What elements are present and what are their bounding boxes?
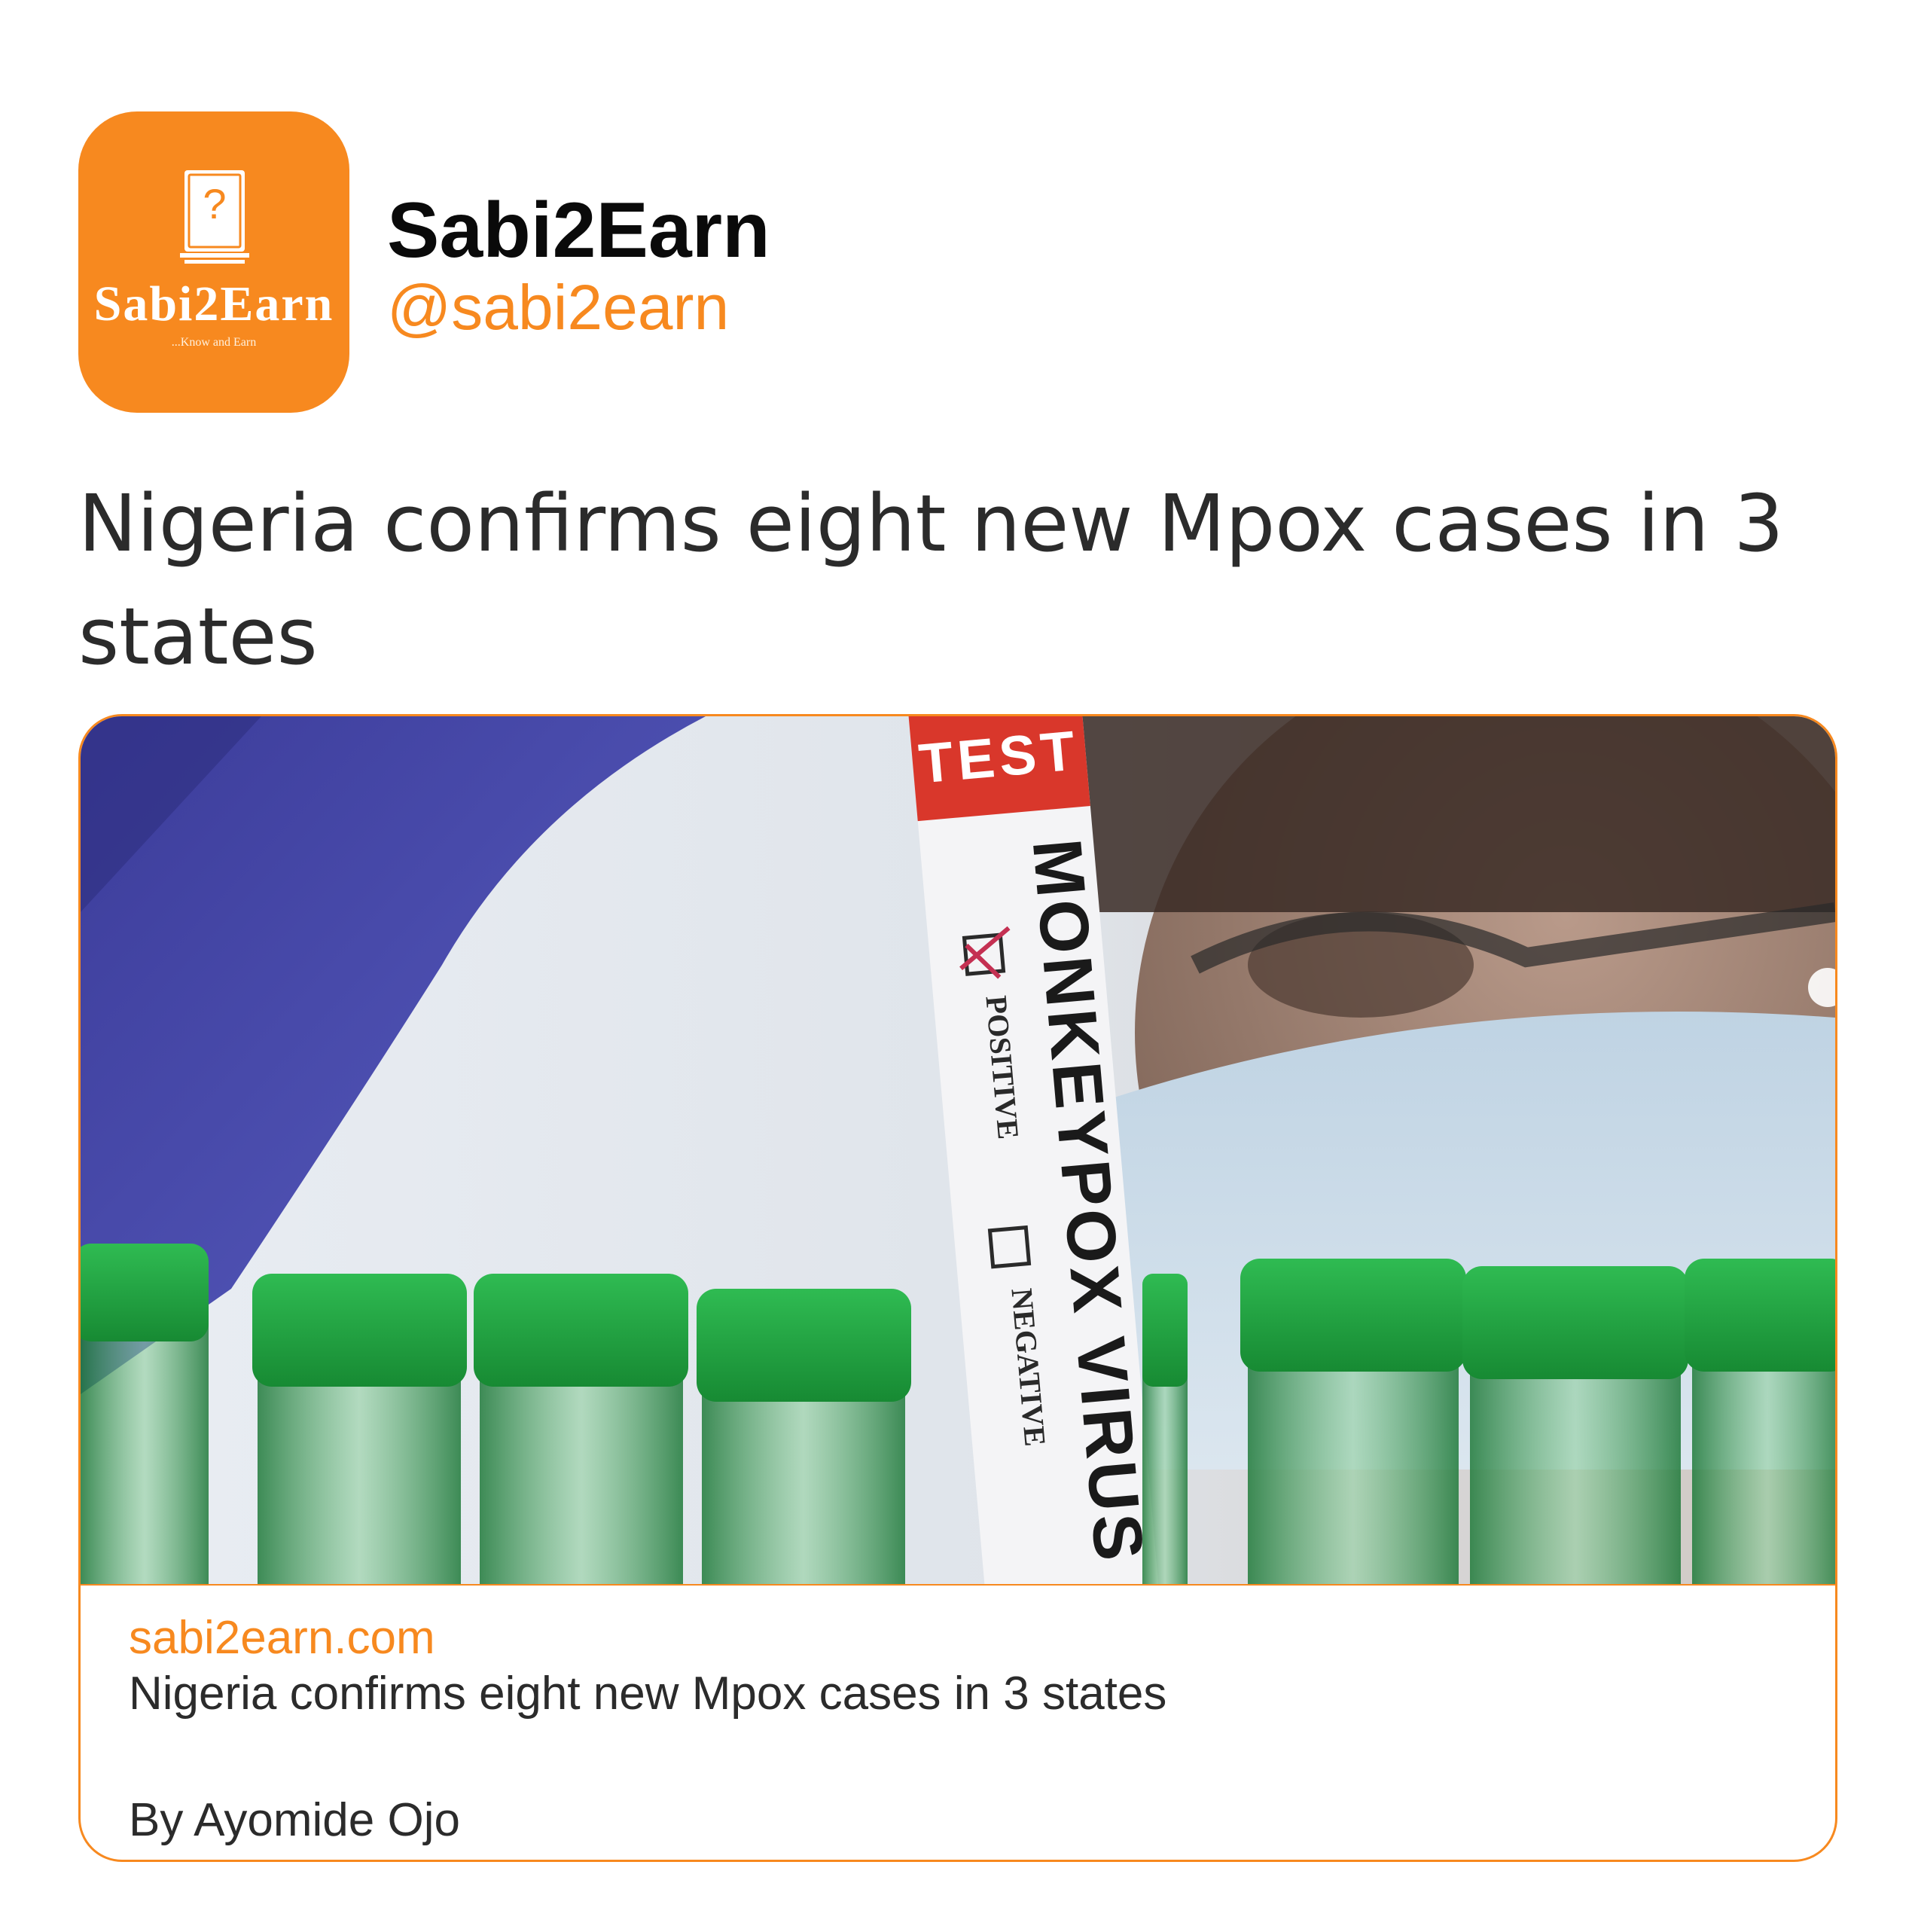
account-name[interactable]: Sabi2Earn <box>387 185 770 276</box>
card-byline: By Ayomide Ojo <box>129 1794 460 1846</box>
card-divider <box>81 1584 1835 1586</box>
avatar[interactable]: ? Sabi2Earn ...Know and Earn <box>78 111 349 413</box>
link-card[interactable]: TEST MONKEYPOX VIRUS POSITIVE NEGATIVE s… <box>78 714 1837 1862</box>
tweet-text: Nigeria confirms eight new Mpox cases in… <box>78 478 1784 682</box>
account-handle[interactable]: @sabi2earn <box>387 270 729 345</box>
monkeypox-test-tube-photo: TEST MONKEYPOX VIRUS POSITIVE NEGATIVE <box>81 716 1835 1584</box>
avatar-logo-tagline: ...Know and Earn <box>171 336 257 349</box>
card-title[interactable]: Nigeria confirms eight new Mpox cases in… <box>129 1665 1166 1723</box>
book-question-icon: ? <box>180 170 249 264</box>
card-image[interactable]: TEST MONKEYPOX VIRUS POSITIVE NEGATIVE <box>81 716 1835 1584</box>
card-domain[interactable]: sabi2earn.com <box>129 1610 435 1667</box>
svg-text:?: ? <box>203 180 226 227</box>
avatar-logo-text: Sabi2Earn <box>93 276 334 331</box>
